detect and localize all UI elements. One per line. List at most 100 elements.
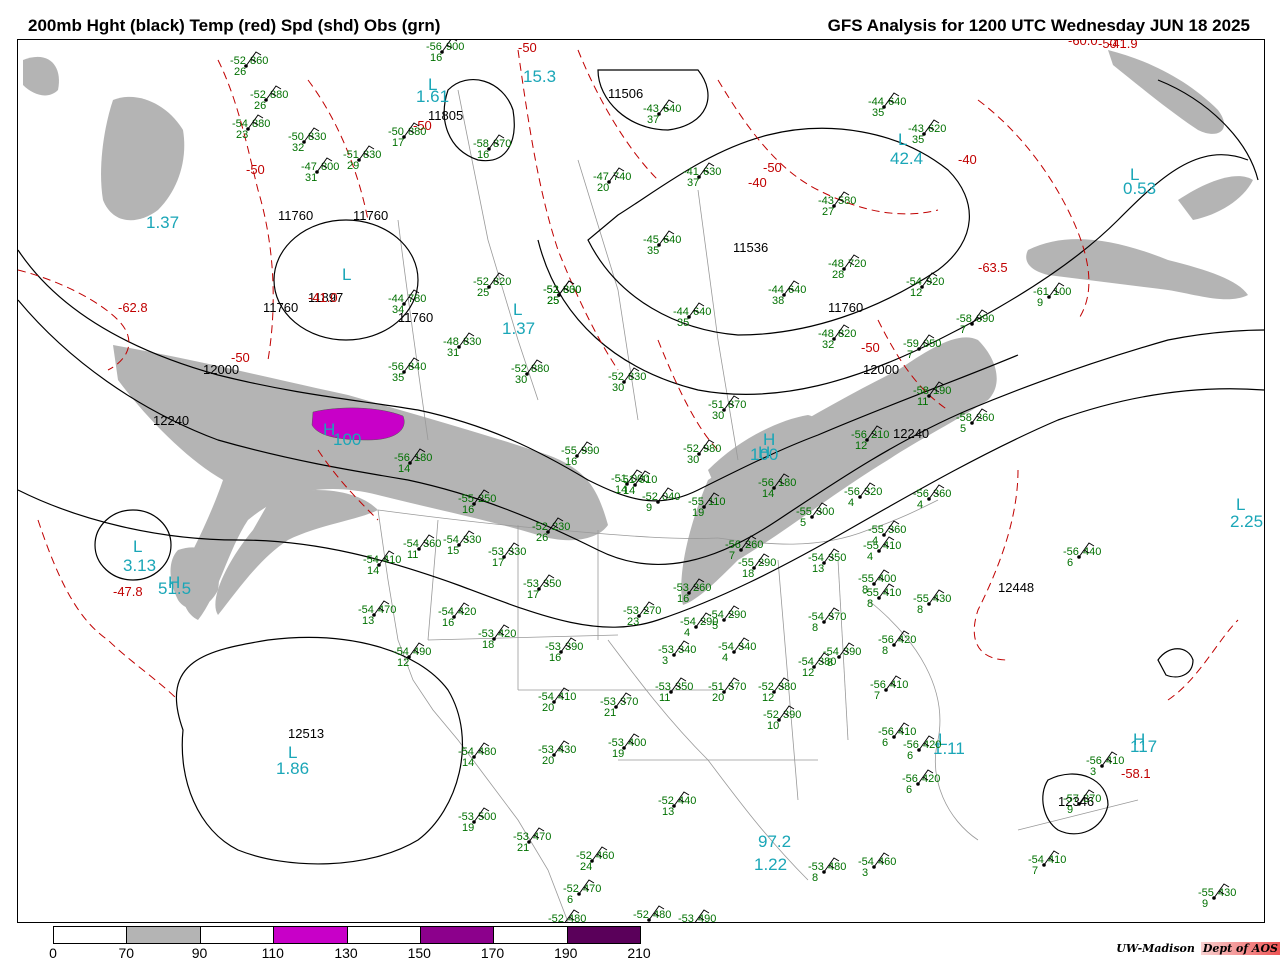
obs-dewpoint: 14	[398, 463, 410, 475]
station-dot	[457, 543, 461, 547]
station-obs: -53 3403	[658, 640, 696, 667]
station-dot	[417, 547, 421, 551]
height-label: 11805	[428, 108, 463, 123]
station-dot	[669, 690, 673, 694]
speed-label: 97.2	[758, 832, 791, 851]
station-obs: -54 47013	[358, 600, 396, 627]
speed-legend-bar	[53, 926, 641, 944]
obs-dewpoint: 16	[549, 652, 561, 664]
station-obs: -53 40019	[608, 733, 646, 760]
obs-dewpoint: 8	[827, 657, 833, 669]
obs-dewpoint: 29	[347, 160, 359, 172]
height-label: 11506	[608, 86, 643, 101]
obs-dewpoint: 11	[917, 396, 928, 408]
speed-label: 100	[750, 445, 778, 464]
station-dot	[402, 135, 406, 139]
station-dot	[492, 637, 496, 641]
obs-dewpoint: 19	[462, 822, 474, 834]
station-obs: -52 38012	[758, 677, 796, 704]
station-obs: -56 18014	[758, 473, 796, 500]
obs-dewpoint: 17	[392, 137, 404, 149]
station-obs: -52 23026	[532, 517, 570, 544]
station-dot	[656, 500, 660, 504]
obs-temp: -52	[633, 909, 649, 921]
station-obs: -54 41020	[538, 687, 576, 714]
station-obs: -48 83031	[443, 332, 481, 359]
station-obs: -52 480	[633, 905, 671, 922]
station-dot	[917, 748, 921, 752]
obs-dewpoint: 30	[612, 382, 624, 394]
obs-dewpoint: 6	[907, 750, 913, 762]
station-obs: -55 99016	[561, 441, 599, 468]
station-obs: -52 83030	[608, 367, 646, 394]
obs-dewpoint: 26	[234, 66, 246, 78]
speed-label: L	[898, 130, 907, 149]
obs-dewpoint: 35	[647, 245, 659, 257]
station-dot	[822, 620, 826, 624]
station-obs: -44 64035	[868, 92, 906, 119]
obs-dewpoint: 28	[832, 269, 844, 281]
station-dot	[402, 302, 406, 306]
station-obs: -55 4309	[1198, 883, 1236, 910]
obs-dewpoint: 6	[906, 784, 912, 796]
obs-dewpoint: 35	[392, 372, 404, 384]
legend-swatch	[127, 927, 201, 943]
station-dot	[357, 158, 361, 162]
station-dot	[457, 345, 461, 349]
station-obs: -52 4706	[563, 879, 601, 906]
station-obs: -55 3005	[796, 502, 834, 529]
station-dot	[552, 753, 556, 757]
obs-dewpoint: 17	[527, 589, 539, 601]
obs-dewpoint: 37	[687, 177, 699, 189]
obs-dewpoint: 23	[627, 616, 639, 628]
temperature-label: -41.9	[1108, 40, 1138, 51]
speed-label: L	[513, 300, 522, 319]
obs-dewpoint: 13	[662, 806, 674, 818]
obs-dewpoint: 30	[515, 374, 527, 386]
credit: UW-Madison Dept of AOS	[1116, 942, 1280, 955]
station-dot	[832, 337, 836, 341]
station-obs: -52 80025	[543, 280, 581, 307]
station-obs: -44 64038	[768, 280, 806, 307]
station-dot	[837, 655, 841, 659]
temperature-label: -50	[763, 160, 782, 175]
station-dot	[782, 293, 786, 297]
station-dot	[622, 380, 626, 384]
station-obs: -54 36011	[403, 534, 441, 561]
station-obs: -56 4103	[1086, 751, 1124, 778]
station-dot	[697, 452, 701, 456]
analysis-time-title: GFS Analysis for 1200 UTC Wednesday JUN …	[827, 16, 1250, 35]
station-dot	[927, 394, 931, 398]
legend-swatch	[494, 927, 568, 943]
station-obs: -55 11019	[688, 492, 726, 519]
height-label: 11760	[278, 208, 313, 223]
height-label: 12240	[153, 413, 189, 428]
station-dot	[922, 132, 926, 136]
obs-dewpoint: 16	[442, 617, 454, 629]
legend-tick-label: 110	[261, 945, 284, 961]
station-dot	[525, 372, 529, 376]
height-label: 12448	[998, 580, 1034, 595]
legend-tick-label: 90	[191, 945, 208, 961]
station-dot	[302, 140, 306, 144]
station-obs: -58 2605	[956, 408, 994, 435]
legend-tick-label: 130	[334, 945, 358, 961]
station-obs: -43 58027	[818, 191, 856, 218]
station-dot	[927, 602, 931, 606]
station-dot	[246, 127, 250, 131]
station-dot	[552, 700, 556, 704]
station-obs: -53 35011	[655, 677, 693, 704]
station-obs: -61 1009	[1033, 282, 1071, 309]
credit-org: UW-Madison	[1116, 942, 1195, 955]
obs-dewpoint: 13	[812, 563, 824, 575]
station-dot	[812, 665, 816, 669]
station-dot	[672, 653, 676, 657]
station-dot	[702, 505, 706, 509]
station-obs: -53 35017	[523, 574, 561, 601]
speed-label: 51.5	[158, 579, 191, 598]
obs-temp: -52	[548, 913, 564, 922]
obs-dewpoint: 3	[862, 867, 868, 879]
station-obs: -53 42018	[478, 624, 516, 651]
station-obs: -53 27023	[623, 601, 661, 628]
speed-label: 117	[1130, 737, 1157, 756]
